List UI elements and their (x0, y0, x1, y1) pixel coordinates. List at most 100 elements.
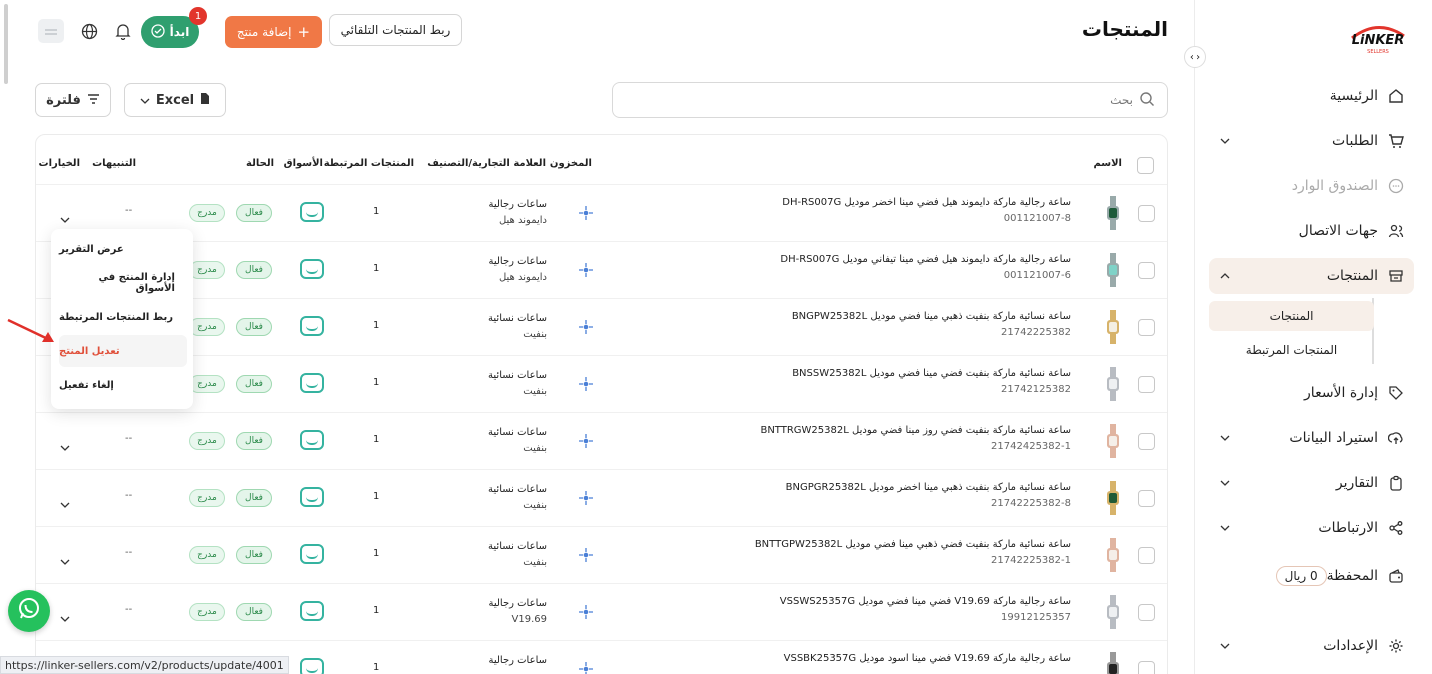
product-title[interactable]: ساعة نسائية ماركة بنفيت فضي ذهبي مينا فض… (755, 537, 1071, 553)
sidebar-item-reports[interactable]: التقارير (1209, 465, 1414, 501)
product-thumbnail[interactable] (1105, 538, 1121, 572)
globe-icon[interactable] (78, 20, 100, 42)
row-checkbox[interactable] (1138, 319, 1155, 336)
row-checkbox[interactable] (1138, 433, 1155, 450)
stock-tracking-icon[interactable] (578, 547, 594, 563)
product-name[interactable]: ساعة رجالية ماركة دايموند هيل فضي مينا ت… (780, 252, 1071, 284)
sidebar-collapse-button[interactable]: ‹› (1184, 46, 1206, 68)
product-thumbnail[interactable] (1105, 652, 1121, 674)
column-header-name[interactable]: الاسم (1093, 158, 1122, 169)
product-thumbnail[interactable] (1105, 595, 1121, 629)
market-store-icon[interactable] (300, 544, 324, 564)
chevron-down-icon[interactable] (60, 436, 70, 455)
market-store-icon[interactable] (300, 316, 324, 336)
product-thumbnail[interactable] (1105, 367, 1121, 401)
market-store-icon[interactable] (300, 658, 324, 674)
row-checkbox[interactable] (1138, 661, 1155, 674)
product-name[interactable]: ساعة نسائية ماركة بنفيت ذهبي مينا اخضر م… (786, 480, 1071, 512)
filter-button[interactable]: فلترة (35, 83, 111, 117)
table-row[interactable]: ساعة نسائية ماركة بنفيت فضي ذهبي مينا فض… (36, 526, 1167, 583)
sidebar-item-products[interactable]: المنتجات (1209, 258, 1414, 294)
column-header-options[interactable]: الخيارات (39, 158, 80, 169)
sidebar-item-orders[interactable]: الطلبات (1209, 123, 1414, 159)
avatar[interactable] (38, 19, 64, 43)
auto-link-products-button[interactable]: ربط المنتجات التلقائي (329, 14, 462, 46)
product-title[interactable]: ساعة نسائية ماركة بنفيت ذهبي مينا اخضر م… (786, 480, 1071, 496)
sidebar-item-import[interactable]: استيراد البيانات (1209, 420, 1414, 456)
row-checkbox[interactable] (1138, 262, 1155, 279)
market-store-icon[interactable] (300, 601, 324, 621)
market-store-icon[interactable] (300, 259, 324, 279)
row-checkbox[interactable] (1138, 547, 1155, 564)
excel-export-button[interactable]: Excel (124, 83, 226, 117)
search-box[interactable] (612, 82, 1168, 118)
menu-item-edit-product[interactable]: تعديل المنتج (59, 335, 187, 367)
stock-tracking-icon[interactable] (578, 205, 594, 221)
product-thumbnail[interactable] (1105, 196, 1121, 230)
product-thumbnail[interactable] (1105, 310, 1121, 344)
sidebar-item-home[interactable]: الرئيسية (1209, 78, 1414, 114)
search-input[interactable] (625, 93, 1133, 107)
product-title[interactable]: ساعة نسائية ماركة بنفيت ذهبي مينا فضي مو… (792, 309, 1071, 325)
row-checkbox[interactable] (1138, 490, 1155, 507)
table-row[interactable]: ساعة نسائية ماركة بنفيت ذهبي مينا فضي مو… (36, 298, 1167, 355)
product-thumbnail[interactable] (1105, 424, 1121, 458)
table-row[interactable]: ساعة رجالية ماركة دايموند هيل فضي مينا ا… (36, 184, 1167, 241)
market-store-icon[interactable] (300, 430, 324, 450)
chevron-down-icon[interactable] (60, 550, 70, 569)
menu-item-manage-markets[interactable]: إدارة المنتج في الأسواق (59, 267, 187, 299)
subnav-linked-products[interactable]: المنتجات المرتبطة (1209, 335, 1374, 365)
scrollbar-thumb[interactable] (4, 4, 8, 84)
product-thumbnail[interactable] (1105, 253, 1121, 287)
product-name[interactable]: ساعة نسائية ماركة بنفيت فضي روز مينا فضي… (760, 423, 1071, 455)
sidebar-item-wallet[interactable]: المحفظة 0 ريال (1209, 558, 1414, 594)
add-product-button[interactable]: + إضافة منتج (225, 16, 322, 48)
product-name[interactable]: ساعة نسائية ماركة بنفيت ذهبي مينا فضي مو… (792, 309, 1071, 341)
stock-tracking-icon[interactable] (578, 319, 594, 335)
subnav-products[interactable]: المنتجات (1209, 301, 1374, 331)
column-header-stock[interactable]: المخزون (550, 158, 592, 169)
bell-icon[interactable] (112, 20, 134, 42)
product-name[interactable]: ساعة رجالية ماركة V19.69 فضي مينا فضي مو… (780, 594, 1071, 626)
product-name[interactable]: ساعة رجالية ماركة V19.69 فضي مينا اسود م… (784, 651, 1071, 667)
row-checkbox[interactable] (1138, 376, 1155, 393)
product-title[interactable]: ساعة رجالية ماركة دايموند هيل فضي مينا ا… (782, 195, 1071, 211)
market-store-icon[interactable] (300, 202, 324, 222)
product-title[interactable]: ساعة رجالية ماركة دايموند هيل فضي مينا ت… (780, 252, 1071, 268)
table-row[interactable]: ساعة نسائية ماركة بنفيت فضي روز مينا فضي… (36, 412, 1167, 469)
column-header-linked-products[interactable]: المنتجات المرتبطة (324, 158, 414, 169)
table-row[interactable]: ساعة نسائية ماركة بنفيت فضي مينا فضي مود… (36, 355, 1167, 412)
stock-tracking-icon[interactable] (578, 262, 594, 278)
row-checkbox[interactable] (1138, 205, 1155, 222)
table-row[interactable]: ساعة رجالية ماركة دايموند هيل فضي مينا ت… (36, 241, 1167, 298)
column-header-status[interactable]: الحالة (246, 158, 274, 169)
stock-tracking-icon[interactable] (578, 604, 594, 620)
stock-tracking-icon[interactable] (578, 433, 594, 449)
product-title[interactable]: ساعة نسائية ماركة بنفيت فضي مينا فضي مود… (792, 366, 1071, 382)
select-all-checkbox[interactable] (1137, 157, 1154, 174)
product-name[interactable]: ساعة نسائية ماركة بنفيت فضي ذهبي مينا فض… (755, 537, 1071, 569)
product-name[interactable]: ساعة رجالية ماركة دايموند هيل فضي مينا ا… (782, 195, 1071, 227)
brand-logo[interactable]: LiNKER SELLERS (1348, 18, 1408, 58)
chevron-down-icon[interactable] (60, 607, 70, 626)
sidebar-item-pricing[interactable]: إدارة الأسعار (1209, 375, 1414, 411)
market-store-icon[interactable] (300, 487, 324, 507)
sidebar-item-inbox[interactable]: الصندوق الوارد (1209, 168, 1414, 204)
stock-tracking-icon[interactable] (578, 376, 594, 392)
table-row[interactable]: ساعة رجالية ماركة V19.69 فضي مينا فضي مو… (36, 583, 1167, 640)
sidebar-item-contacts[interactable]: جهات الاتصال (1209, 213, 1414, 249)
product-title[interactable]: ساعة رجالية ماركة V19.69 فضي مينا اسود م… (784, 651, 1071, 667)
menu-item-deactivate[interactable]: إلغاء تفعيل (59, 369, 187, 401)
menu-item-view-report[interactable]: عرض التقرير (59, 233, 187, 265)
chevron-down-icon[interactable] (60, 493, 70, 512)
product-title[interactable]: ساعة رجالية ماركة V19.69 فضي مينا فضي مو… (780, 594, 1071, 610)
chevron-down-icon[interactable] (60, 208, 70, 227)
sidebar-item-integrations[interactable]: الارتباطات (1209, 510, 1414, 546)
stock-tracking-icon[interactable] (578, 661, 594, 674)
product-thumbnail[interactable] (1105, 481, 1121, 515)
column-header-alerts[interactable]: التنبيهات (92, 158, 136, 169)
whatsapp-chat-button[interactable] (8, 590, 50, 632)
menu-item-link-related-products[interactable]: ربط المنتجات المرتبطة (59, 301, 187, 333)
product-title[interactable]: ساعة نسائية ماركة بنفيت فضي روز مينا فضي… (760, 423, 1071, 439)
column-header-brand[interactable]: العلامة التجارية/التصنيف (427, 158, 546, 169)
